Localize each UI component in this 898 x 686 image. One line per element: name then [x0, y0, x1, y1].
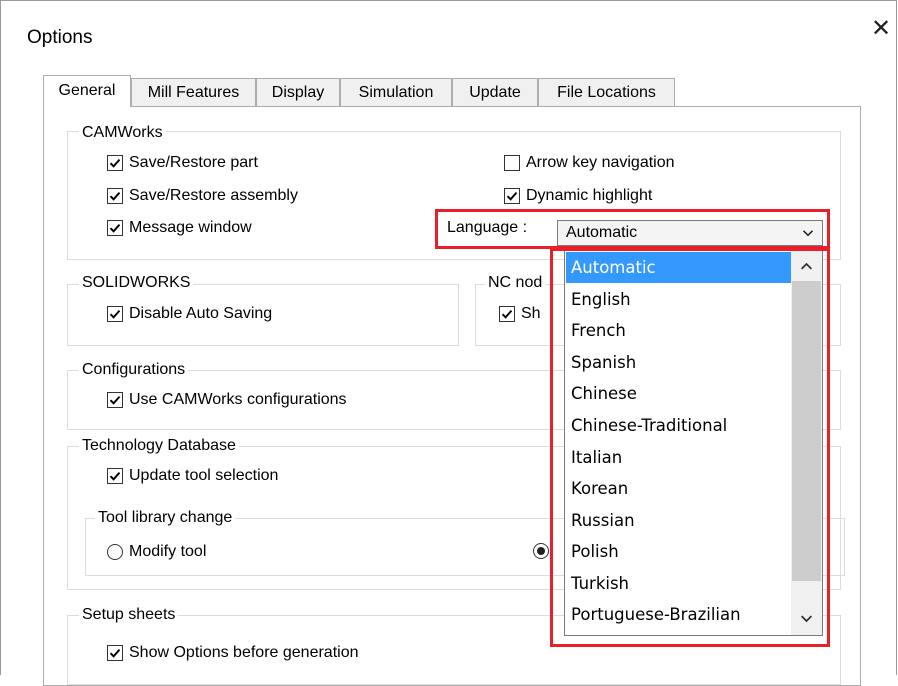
language-option-english[interactable]: English	[566, 284, 792, 315]
use-camworks-configurations-checkbox[interactable]: Use CAMWorks configurations	[107, 391, 347, 409]
camworks-group-label: CAMWorks	[79, 124, 166, 142]
update-tool-selection-checkbox[interactable]: Update tool selection	[107, 467, 278, 485]
dynamic-highlight-label: Dynamic highlight	[526, 187, 653, 204]
tab-mill-features[interactable]: Mill Features	[131, 78, 256, 106]
checkmark-icon	[107, 392, 123, 408]
solidworks-group-label: SOLIDWORKS	[79, 274, 194, 292]
language-option-french[interactable]: French	[566, 315, 792, 346]
chevron-down-icon	[802, 230, 814, 237]
dropdown-scrollbar[interactable]	[791, 251, 822, 635]
checkmark-icon	[107, 188, 123, 204]
language-option-chinese-traditional[interactable]: Chinese-Traditional	[566, 410, 792, 441]
checkmark-icon	[107, 468, 123, 484]
scrollbar-thumb[interactable]	[792, 281, 821, 581]
language-option-chinese[interactable]: Chinese	[566, 378, 792, 409]
language-option-polish[interactable]: Polish	[566, 536, 792, 567]
show-options-before-generation-checkbox[interactable]: Show Options before generation	[107, 644, 358, 662]
checkmark-icon	[107, 645, 123, 661]
language-option-russian[interactable]: Russian	[566, 505, 792, 536]
tab-update[interactable]: Update	[452, 78, 538, 106]
arrow-key-navigation-checkbox[interactable]: Arrow key navigation	[504, 154, 675, 172]
radio-circle	[107, 544, 123, 560]
setup-sheets-group-label: Setup sheets	[79, 606, 179, 624]
checkmark-icon	[504, 188, 520, 204]
checkmark-icon	[107, 306, 123, 322]
modify-tool-radio[interactable]: Modify tool	[107, 543, 206, 561]
modify-tool-label: Modify tool	[129, 543, 207, 560]
chevron-down-icon[interactable]	[800, 612, 813, 625]
language-label: Language :	[447, 219, 528, 236]
nc-show-label: Sh	[521, 305, 541, 322]
tab-general[interactable]: General	[43, 75, 131, 107]
message-window-checkbox[interactable]: Message window	[107, 219, 252, 237]
tab-simulation[interactable]: Simulation	[340, 78, 452, 106]
close-icon[interactable]: ✕	[871, 17, 891, 41]
language-option-portuguese-brazilian[interactable]: Portuguese-Brazilian	[566, 599, 792, 630]
tool-library-change-label: Tool library change	[95, 509, 236, 527]
nc-show-checkbox[interactable]: Sh	[499, 305, 541, 323]
arrow-key-navigation-label: Arrow key navigation	[526, 154, 675, 171]
save-restore-assembly-label: Save/Restore assembly	[129, 187, 298, 204]
configurations-group-label: Configurations	[79, 361, 189, 379]
language-option-automatic[interactable]: Automatic	[566, 252, 792, 283]
unchecked-box	[504, 155, 520, 171]
checkmark-icon	[499, 306, 515, 322]
disable-auto-saving-checkbox[interactable]: Disable Auto Saving	[107, 305, 272, 323]
dialog-title: Options	[27, 27, 93, 48]
update-tool-selection-label: Update tool selection	[129, 467, 279, 484]
options-dialog: Options ✕ General Mill Features Display …	[0, 0, 897, 686]
tab-display[interactable]: Display	[256, 78, 340, 106]
language-option-spanish[interactable]: Spanish	[566, 347, 792, 378]
language-option-turkish[interactable]: Turkish	[566, 568, 792, 599]
dynamic-highlight-checkbox[interactable]: Dynamic highlight	[504, 187, 652, 205]
checkmark-icon	[107, 155, 123, 171]
message-window-label: Message window	[129, 219, 252, 236]
radio-circle-selected	[533, 543, 549, 559]
language-dropdown-list[interactable]: Automatic English French Spanish Chinese…	[564, 250, 823, 636]
language-option-korean[interactable]: Korean	[566, 473, 792, 504]
nc-group-label: NC nod	[485, 274, 546, 292]
disable-auto-saving-label: Disable Auto Saving	[129, 305, 273, 322]
alternate-tool-radio[interactable]	[533, 543, 555, 559]
checkmark-icon	[107, 220, 123, 236]
language-option-italian[interactable]: Italian	[566, 442, 792, 473]
language-select[interactable]: Automatic	[557, 220, 823, 246]
technology-database-group-label: Technology Database	[79, 437, 239, 455]
show-options-before-generation-label: Show Options before generation	[129, 644, 359, 661]
save-restore-part-label: Save/Restore part	[129, 154, 258, 171]
save-restore-part-checkbox[interactable]: Save/Restore part	[107, 154, 258, 172]
tab-file-locations[interactable]: File Locations	[538, 78, 675, 106]
save-restore-assembly-checkbox[interactable]: Save/Restore assembly	[107, 187, 298, 205]
chevron-up-icon[interactable]	[800, 260, 813, 273]
language-selected-value: Automatic	[566, 224, 638, 241]
use-camworks-configurations-label: Use CAMWorks configurations	[129, 391, 347, 408]
